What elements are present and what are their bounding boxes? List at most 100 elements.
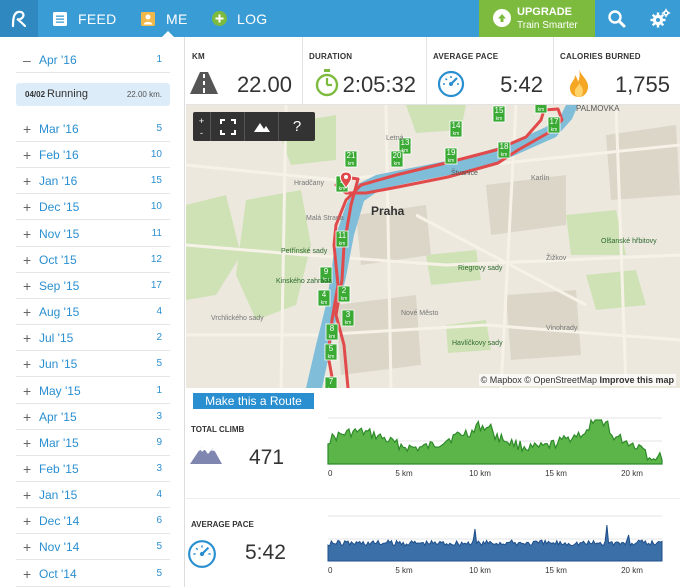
expand-toggle: +	[23, 225, 32, 242]
app-logo[interactable]	[0, 0, 38, 37]
km-marker: 19km	[444, 147, 458, 165]
climb-panel: TOTAL CLIMB 471 05 km 10 km 15 km 20 km	[186, 410, 680, 498]
svg-text:11: 11	[338, 231, 347, 240]
stat-label: DURATION	[309, 52, 353, 61]
expand-toggle: +	[23, 382, 32, 399]
month-row[interactable]: + Oct '14 5	[16, 561, 170, 587]
svg-text:km: km	[321, 300, 328, 306]
month-row[interactable]: + Aug '15 4	[16, 299, 170, 326]
month-count: 10	[150, 149, 162, 161]
month-row[interactable]: + Jan '16 15	[16, 168, 170, 195]
speedometer-icon	[437, 70, 465, 103]
month-label: Mar '15	[39, 435, 79, 450]
month-row[interactable]: + May '15 1	[16, 378, 170, 404]
map-label-vinohrady: Vinohrady	[546, 325, 578, 332]
map-label-karlin: Karlín	[531, 175, 549, 182]
month-row[interactable]: + Nov '15 11	[16, 221, 170, 247]
month-row[interactable]: + Apr '15 3	[16, 404, 170, 430]
stat-value: 1,755	[614, 72, 670, 97]
x-tick-label: 10 km	[469, 469, 491, 478]
nav-feed[interactable]: FEED	[52, 0, 117, 37]
expand-toggle: +	[23, 408, 32, 425]
improve-map-link[interactable]: Improve this map	[599, 375, 674, 385]
svg-text:19: 19	[447, 148, 456, 157]
expand-toggle: +	[23, 356, 32, 373]
km-marker: 15km	[492, 105, 506, 123]
month-row[interactable]: + Feb '15 3	[16, 456, 170, 482]
svg-text:14: 14	[452, 121, 461, 130]
fullscreen-button[interactable]	[211, 112, 245, 141]
month-count: 15	[150, 175, 162, 187]
month-label: Apr '16	[39, 53, 77, 67]
x-tick-label: 0	[328, 566, 333, 575]
month-row[interactable]: + Mar '15 9	[16, 430, 170, 456]
month-row[interactable]: + Dec '14 6	[16, 508, 170, 535]
km-marker: 18km	[497, 141, 511, 159]
svg-text:16: 16	[537, 105, 546, 106]
nav-log[interactable]: LOG	[211, 0, 267, 37]
svg-text:20: 20	[393, 151, 402, 160]
month-row[interactable]: + Feb '16 10	[16, 142, 170, 169]
pace-chart[interactable]: 0 5 km 10 km 15 km 20 km	[186, 499, 680, 587]
km-marker: 3km	[341, 309, 355, 327]
month-row[interactable]: + Mar '16 5	[16, 116, 170, 142]
month-row[interactable]: + Jul '15 2	[16, 325, 170, 352]
upgrade-button[interactable]: UPGRADE Train Smarter	[479, 0, 595, 37]
month-row[interactable]: + Sep '15 17	[16, 273, 170, 299]
km-marker: 17km	[547, 116, 561, 134]
osm-link[interactable]: © OpenStreetMap	[524, 375, 597, 385]
fullscreen-icon	[219, 118, 236, 135]
svg-text:km: km	[348, 161, 355, 167]
search-icon[interactable]	[607, 9, 627, 29]
svg-text:8: 8	[330, 324, 335, 333]
stat-pace: AVERAGE PACE 5:42	[427, 37, 554, 105]
zoom-control: + -	[193, 112, 211, 141]
nav-me[interactable]: ME	[140, 0, 188, 37]
month-count: 11	[151, 227, 162, 239]
month-label: Feb '15	[39, 461, 79, 476]
zoom-out-button[interactable]: -	[200, 127, 203, 139]
month-label: Dec '14	[39, 514, 80, 529]
month-row[interactable]: + Jun '15 5	[16, 351, 170, 378]
mapbox-link[interactable]: © Mapbox	[481, 375, 522, 385]
stat-distance: KM 22.00	[186, 37, 303, 105]
svg-text:km: km	[329, 334, 336, 340]
route-map[interactable]: 1km2km3km4km5km7km8km9km11km13km14km15km…	[186, 105, 680, 388]
month-count: 1	[156, 54, 162, 65]
month-label: Apr '15	[39, 409, 77, 424]
svg-text:9: 9	[324, 267, 329, 276]
top-navigation-bar: FEED ME LOG UPGRADE Train Smarter	[0, 0, 680, 37]
month-count: 12	[150, 253, 162, 265]
pace-panel: AVERAGE PACE 5:42 05 km 10 km 15 km 20 km	[186, 498, 680, 587]
svg-text:km: km	[339, 241, 346, 247]
map-label-nove_mesto: Nové Město	[401, 310, 438, 317]
svg-text:km: km	[394, 161, 401, 167]
svg-text:3: 3	[346, 310, 351, 319]
month-row-expanded[interactable]: – Apr '16 1	[16, 47, 170, 73]
month-label: Jan '16	[39, 174, 78, 189]
activity-item-selected[interactable]: 04/02 Running 22.00 km.	[16, 83, 170, 106]
make-route-button[interactable]: Make this a Route	[193, 393, 314, 409]
zoom-in-button[interactable]: +	[199, 115, 204, 127]
help-button[interactable]: ?	[279, 112, 315, 141]
terrain-button[interactable]	[245, 112, 279, 141]
pace-area	[327, 524, 663, 562]
month-row[interactable]: + Nov '14 5	[16, 534, 170, 561]
month-row[interactable]: + Jan '15 4	[16, 482, 170, 509]
user-icon	[140, 11, 156, 27]
month-row[interactable]: + Oct '15 12	[16, 247, 170, 273]
month-label: Mar '16	[39, 122, 79, 136]
svg-text:km: km	[345, 320, 352, 326]
mountain-icon	[253, 122, 270, 132]
month-row[interactable]: + Dec '15 10	[16, 194, 170, 221]
expand-toggle: +	[23, 565, 32, 582]
expand-toggle: +	[23, 539, 32, 556]
elevation-area	[327, 418, 663, 465]
elevation-chart[interactable]: 0 5 km 10 km 15 km 20 km	[186, 410, 680, 498]
km-marker: 21km	[344, 150, 358, 168]
expand-toggle: +	[23, 513, 32, 530]
map-label-hradcany: Hradčany	[294, 180, 324, 187]
road-icon	[189, 71, 219, 100]
svg-text:17: 17	[550, 117, 559, 126]
gear-icon[interactable]	[649, 8, 671, 30]
